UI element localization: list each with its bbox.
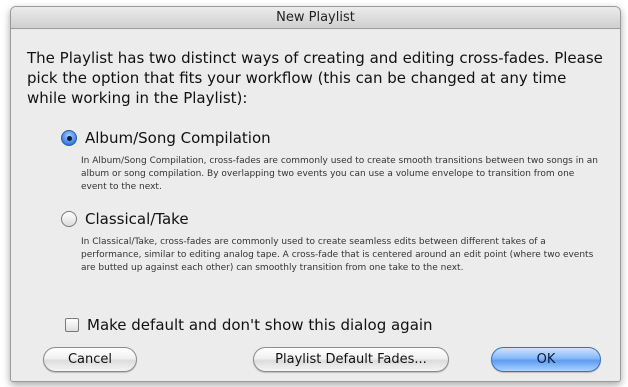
dialog-content: The Playlist has two distinct ways of cr… — [11, 30, 620, 381]
ok-button[interactable]: OK — [491, 347, 601, 372]
intro-text: The Playlist has two distinct ways of cr… — [27, 49, 603, 107]
radio-album-song-compilation[interactable] — [61, 130, 77, 146]
radio-classical-take[interactable] — [61, 211, 77, 227]
new-playlist-dialog: New Playlist The Playlist has two distin… — [10, 6, 621, 382]
option-label-classical-take: Classical/Take — [85, 210, 189, 228]
playlist-default-fades-button[interactable]: Playlist Default Fades... — [253, 347, 449, 372]
cancel-button[interactable]: Cancel — [43, 347, 137, 372]
make-default-row[interactable]: Make default and don't show this dialog … — [65, 316, 433, 334]
option-classical-take[interactable]: Classical/Take — [61, 210, 189, 228]
dialog-title: New Playlist — [11, 7, 620, 29]
make-default-label: Make default and don't show this dialog … — [87, 316, 433, 334]
option-album-song-compilation[interactable]: Album/Song Compilation — [61, 129, 271, 147]
description-album-song: In Album/Song Compilation, cross-fades a… — [81, 156, 599, 192]
option-label-album-song: Album/Song Compilation — [85, 129, 271, 147]
make-default-checkbox[interactable] — [65, 318, 79, 332]
description-classical-take: In Classical/Take, cross-fades are commo… — [81, 237, 594, 273]
